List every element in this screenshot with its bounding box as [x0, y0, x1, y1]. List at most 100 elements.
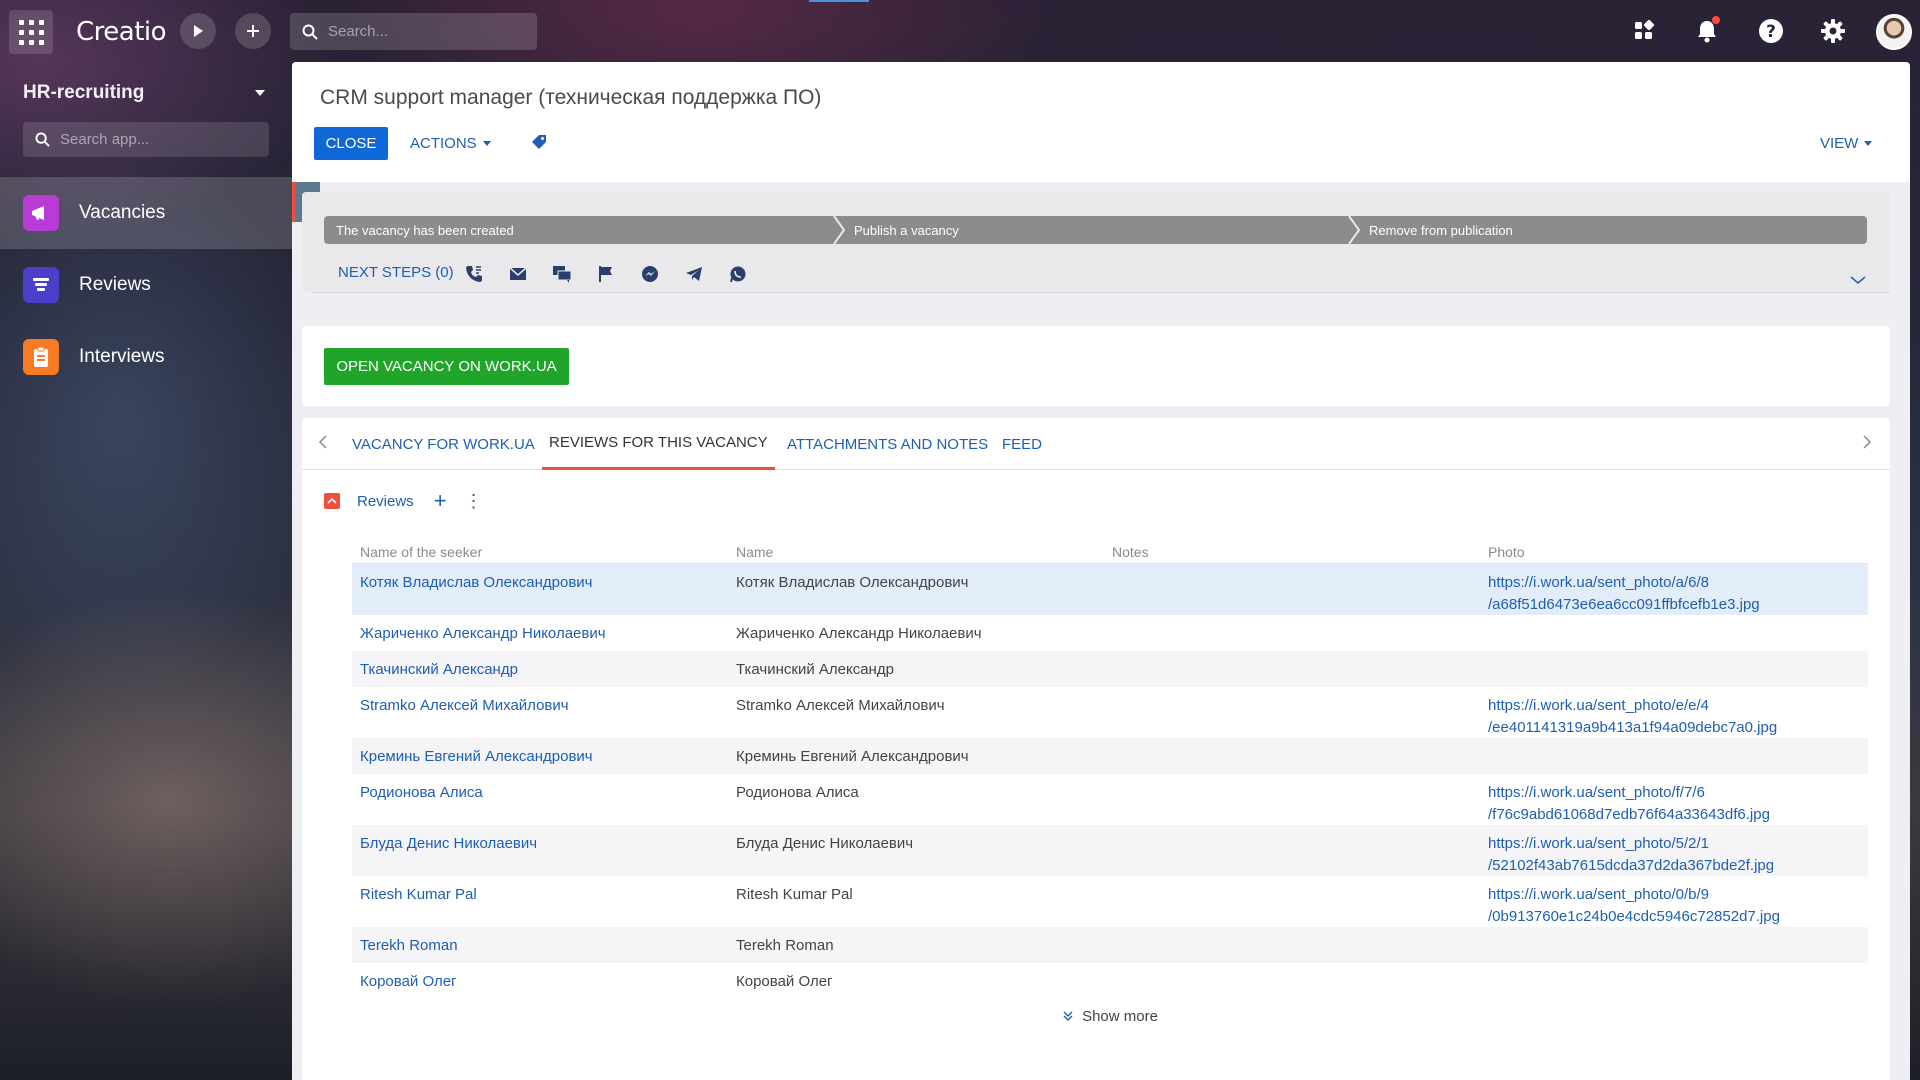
more-options-icon[interactable]: ⋮ [465, 492, 483, 510]
table-row[interactable]: Коровай Олег Коровай Олег [352, 963, 1868, 999]
name-cell: Жариченко Александр Николаевич [736, 625, 982, 642]
tag-icon [532, 135, 546, 149]
app-launcher-button[interactable] [9, 10, 53, 54]
apps-grid-button[interactable] [1627, 14, 1661, 48]
tabs-panel: VACANCY FOR WORK.UA REVIEWS FOR THIS VAC… [302, 418, 1890, 1080]
column-header[interactable]: Name [736, 544, 773, 560]
seeker-link[interactable]: Котяк Владислав Олександрович [360, 572, 593, 594]
grid-icon [1635, 20, 1655, 39]
app-search-input[interactable] [60, 131, 250, 148]
chevron-down-icon[interactable] [255, 90, 265, 96]
tag-button[interactable] [530, 133, 548, 156]
main-panel: CRM support manager (техническая поддерж… [292, 62, 1910, 1080]
sidebar: HR-recruiting Vacancies Reviews Intervie… [0, 62, 292, 1080]
email-icon[interactable] [508, 264, 528, 284]
settings-button[interactable] [1816, 14, 1850, 48]
run-process-button[interactable] [180, 13, 216, 49]
show-more-button[interactable]: Show more [352, 999, 1868, 1033]
telegram-icon[interactable] [684, 264, 704, 284]
column-header[interactable]: Photo [1488, 544, 1525, 560]
divider [312, 292, 1890, 293]
actions-button[interactable]: ACTIONS [410, 127, 491, 160]
seeker-link[interactable]: Блуда Денис Николаевич [360, 833, 537, 855]
workspace-title[interactable]: HR-recruiting [23, 82, 144, 104]
stage-bar: The vacancy has been created Publish a v… [324, 216, 1867, 244]
table-row[interactable]: Stramko Алексей Михайлович Stramko Алексе… [352, 687, 1868, 738]
table-row[interactable]: Креминь Евгений Александрович Креминь Евг… [352, 738, 1868, 774]
open-vacancy-button[interactable]: OPEN VACANCY ON WORK.UA [324, 348, 569, 385]
chevron-left-icon [318, 435, 327, 449]
notifications-button[interactable] [1690, 14, 1724, 48]
next-steps-link[interactable]: NEXT STEPS (0) [338, 264, 454, 281]
help-button[interactable]: ? [1754, 14, 1788, 48]
column-header[interactable]: Name of the seeker [360, 544, 482, 560]
top-bar: Creatio ? [0, 0, 1920, 62]
megaphone-icon [23, 195, 59, 231]
chevron-right-icon [1863, 435, 1872, 449]
stage-remove[interactable]: Remove from publication [1357, 216, 1867, 244]
flag-icon[interactable] [596, 264, 616, 284]
photo-link[interactable]: https://i.work.ua/sent_photo/0/b/9 /0b91… [1488, 884, 1828, 928]
global-search[interactable] [290, 13, 537, 50]
collapse-detail-button[interactable] [324, 493, 340, 509]
next-steps-actions [464, 264, 748, 284]
photo-link[interactable]: https://i.work.ua/sent_photo/f/7/6 /f76c… [1488, 782, 1828, 826]
tab-reviews-for-this-vacancy[interactable]: REVIEWS FOR THIS VACANCY [542, 418, 775, 470]
table-row[interactable]: Котяк Владислав Олександрович Котяк Влади… [352, 564, 1868, 615]
stage-publish[interactable]: Publish a vacancy [842, 216, 1354, 244]
seeker-link[interactable]: Родионова Алиса [360, 782, 483, 804]
photo-link[interactable]: https://i.work.ua/sent_photo/5/2/1 /5210… [1488, 833, 1828, 877]
tab-vacancy-for-work-ua[interactable]: VACANCY FOR WORK.UA [352, 418, 535, 470]
seeker-link[interactable]: Terekh Roman [360, 935, 458, 957]
table-row[interactable]: Родионова Алиса Родионова Алиса https://i.… [352, 774, 1868, 825]
column-header[interactable]: Notes [1112, 544, 1149, 560]
clipboard-icon [23, 339, 59, 375]
sidebar-item-vacancies[interactable]: Vacancies [0, 177, 292, 249]
sidebar-item-interviews[interactable]: Interviews [0, 321, 292, 393]
seeker-link[interactable]: Ткачинский Александр [360, 659, 518, 681]
sidebar-item-reviews[interactable]: Reviews [0, 249, 292, 321]
add-button[interactable] [235, 13, 271, 49]
seeker-link[interactable]: Коровай Олег [360, 971, 457, 993]
stage-created[interactable]: The vacancy has been created [324, 216, 836, 244]
chat-icon[interactable] [552, 264, 572, 284]
table-row[interactable]: Блуда Денис Николаевич Блуда Денис Никола… [352, 825, 1868, 876]
seeker-link[interactable]: Ritesh Kumar Pal [360, 884, 477, 906]
phone-icon[interactable] [464, 264, 484, 284]
app-search[interactable] [23, 122, 269, 157]
photo-link[interactable]: https://i.work.ua/sent_photo/a/6/8 /a68f… [1488, 572, 1828, 616]
view-button[interactable]: VIEW [1820, 127, 1873, 160]
notification-dot [1712, 16, 1720, 24]
sidebar-item-label: Vacancies [79, 202, 166, 223]
plus-icon [247, 25, 259, 37]
tab-feed[interactable]: FEED [1002, 418, 1042, 470]
expand-stages-button[interactable] [1850, 272, 1866, 290]
name-cell: Котяк Владислав Олександрович [736, 574, 969, 591]
name-cell: Ritesh Kumar Pal [736, 886, 853, 903]
tab-attachments-and-notes[interactable]: ATTACHMENTS AND NOTES [787, 418, 988, 470]
table-row[interactable]: Terekh Roman Terekh Roman [352, 927, 1868, 963]
messenger-icon[interactable] [640, 264, 660, 284]
seeker-link[interactable]: Жариченко Александр Николаевич [360, 623, 606, 645]
user-avatar[interactable] [1876, 14, 1912, 50]
table-row[interactable]: Ткачинский Александр Ткачинский Александр [352, 651, 1868, 687]
table-row[interactable]: Ritesh Kumar Pal Ritesh Kumar Pal https://… [352, 876, 1868, 927]
add-review-button[interactable]: + [434, 490, 447, 512]
name-cell: Блуда Денис Николаевич [736, 835, 914, 852]
tabs-scroll-right-button[interactable] [1862, 434, 1872, 455]
name-cell: Terekh Roman [736, 937, 834, 954]
show-more-label: Show more [1082, 1007, 1158, 1025]
page-title: CRM support manager (техническая поддерж… [320, 86, 822, 109]
photo-link[interactable]: https://i.work.ua/sent_photo/e/e/4 /ee40… [1488, 695, 1828, 739]
chevron-down-icon [482, 141, 491, 146]
tabs-scroll-left-button[interactable] [318, 434, 328, 455]
table-row[interactable]: Жариченко Александр Николаевич Жариченко … [352, 615, 1868, 651]
detail-title[interactable]: Reviews [357, 493, 414, 510]
whatsapp-icon[interactable] [728, 264, 748, 284]
seeker-link[interactable]: Stramko Алексей Михайлович [360, 695, 569, 717]
seeker-link[interactable]: Креминь Евгений Александрович [360, 746, 593, 768]
global-search-input[interactable] [328, 23, 518, 40]
play-icon [194, 25, 203, 37]
actions-label: ACTIONS [410, 135, 477, 152]
close-button[interactable]: CLOSE [314, 127, 388, 160]
